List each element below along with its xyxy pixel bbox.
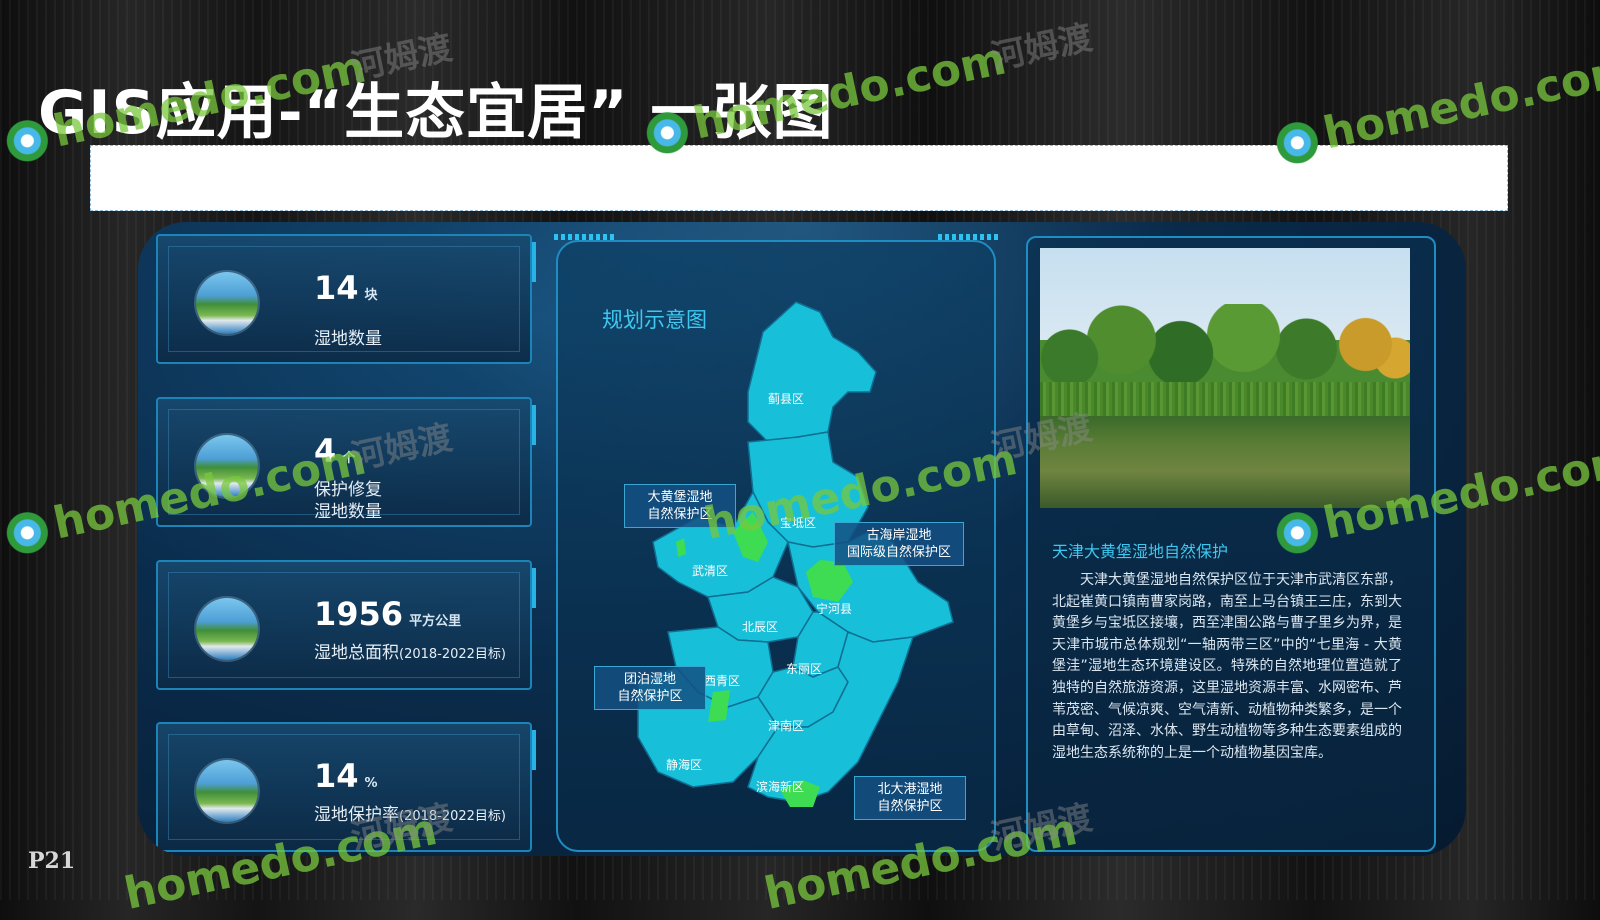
stat-label: 湿地总面积(2018-2022目标) [314, 643, 507, 663]
district-label: 西青区 [704, 674, 741, 688]
district-label: 静海区 [666, 758, 703, 772]
wetland-thumbnail-icon [196, 272, 258, 334]
district-label: 东丽区 [786, 662, 823, 676]
wetland-thumbnail-icon [196, 760, 258, 822]
stat-value: 1956 平方公里 [314, 595, 462, 633]
stat-card-protection-rate: 14% 湿地保护率(2018-2022目标) [156, 722, 536, 852]
wetland-thumbnail-icon [196, 435, 258, 497]
stat-value: 14 块 [314, 269, 378, 307]
reserve-callout-dahuangpu: 大黄堡湿地 自然保护区 [624, 484, 736, 528]
banner-box [90, 145, 1508, 211]
planning-map-frame: 规划示意图 蓟县区 宝坻区 武清区 宁河县 北辰区 东丽区 西青区 津南区 静海… [554, 234, 998, 852]
dashboard-panel: 14 块 湿地数量 4个 保护修复 湿地数量 1956 平方公里 湿地总面积(2018… [138, 222, 1466, 856]
district-label: 宝坻区 [780, 516, 817, 530]
stat-label: 湿地数量 [314, 329, 382, 349]
frame-deco [938, 234, 998, 240]
frame-deco [554, 234, 614, 240]
stat-unit: 个 [342, 451, 356, 466]
district-label: 北辰区 [742, 620, 779, 634]
stat-card-area: 1956 平方公里 湿地总面积(2018-2022目标) [156, 560, 536, 690]
district-label: 津南区 [768, 719, 805, 733]
district-label: 武清区 [692, 564, 729, 578]
homedo-flower-icon [1, 506, 54, 559]
page-title: GIS应用-“生态宜居” 一张图 [38, 78, 834, 148]
stat-value: 4个 [314, 432, 356, 470]
wetland-thumbnail-icon [196, 598, 258, 660]
page-number: P21 [28, 848, 76, 874]
stat-unit: 块 [364, 288, 378, 303]
reserve-callout-beidagang: 北大港湿地 自然保护区 [854, 776, 966, 820]
stat-label: 湿地保护率(2018-2022目标) [314, 805, 507, 825]
district-label: 滨海新区 [756, 780, 805, 794]
district-label: 宁河县 [816, 602, 853, 616]
article-title: 天津大黄堡湿地自然保护 [1052, 542, 1229, 561]
district-jixian [747, 301, 877, 443]
stat-card-wetland-count: 14 块 湿地数量 [156, 234, 536, 364]
stat-label: 保护修复 湿地数量 [314, 480, 382, 522]
wetland-photo [1040, 248, 1410, 508]
district-label: 蓟县区 [768, 392, 805, 406]
reserve-callout-tuanbo: 团泊湿地 自然保护区 [594, 666, 706, 710]
stat-unit: % [364, 776, 378, 791]
article-body: 天津大黄堡湿地自然保护区位于天津市武清区东部，北起崔黄口镇南曹家岗路，南至上马台… [1052, 572, 1402, 761]
homedo-cn-watermark: 河姆渡 [987, 17, 1096, 79]
stat-value: 14% [314, 757, 378, 795]
article-panel: 天津大黄堡湿地自然保护 天津大黄堡湿地自然保护区位于天津市武清区东部，北起崔黄口… [1026, 236, 1436, 852]
stat-unit: 平方公里 [409, 614, 462, 629]
stat-card-restoration: 4个 保护修复 湿地数量 [156, 397, 536, 527]
reserve-callout-guhaian: 古海岸湿地 国际级自然保护区 [834, 522, 964, 566]
